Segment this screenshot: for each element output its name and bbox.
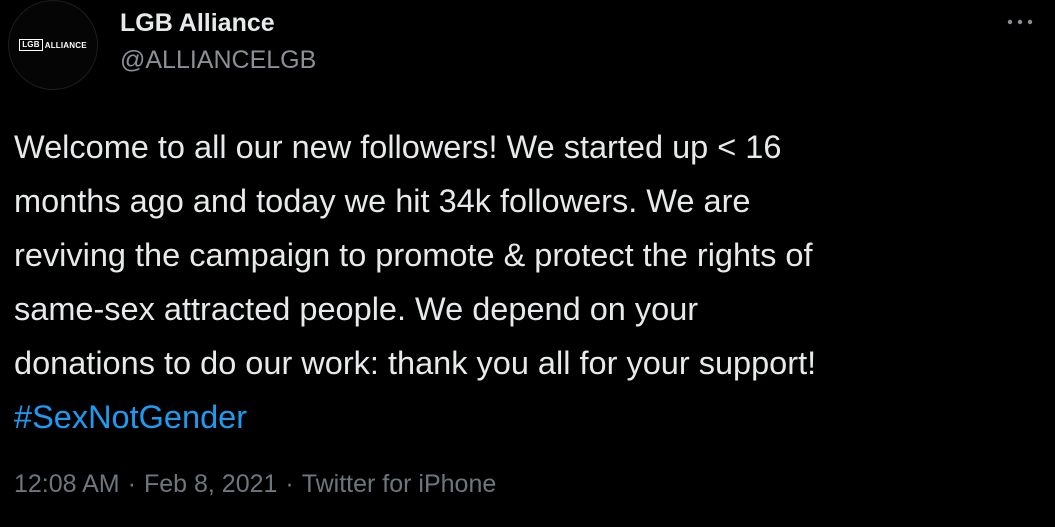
more-horizontal-icon [1007, 19, 1033, 25]
logo-box-text: LGB [19, 39, 43, 51]
tweet-text-line: same-sex attracted people. We depend on … [14, 291, 699, 327]
tweet-text-line: donations to do our work: thank you all … [14, 345, 817, 381]
logo-text: ALLIANCE [44, 40, 87, 50]
tweet-card: LGB ALLIANCE LGB Alliance @ALLIANCELGB W… [0, 0, 1055, 527]
avatar[interactable]: LGB ALLIANCE [8, 0, 98, 90]
tweet-meta: 12:08 AM · Feb 8, 2021 · Twitter for iPhone [14, 470, 496, 499]
meta-separator: · [127, 470, 136, 498]
tweet-source[interactable]: Twitter for iPhone [302, 470, 497, 498]
more-options-button[interactable] [1005, 12, 1035, 32]
tweet-text-line: Welcome to all our new followers! We sta… [14, 129, 782, 165]
author-display-name[interactable]: LGB Alliance [120, 9, 275, 38]
hashtag-link[interactable]: #SexNotGender [14, 390, 1044, 444]
tweet-text-line: reviving the campaign to promote & prote… [14, 237, 813, 273]
tweet-time[interactable]: 12:08 AM [14, 470, 120, 498]
author-handle[interactable]: @ALLIANCELGB [120, 46, 316, 75]
meta-separator: · [285, 470, 294, 498]
tweet-date[interactable]: Feb 8, 2021 [144, 470, 277, 498]
tweet-text-line: months ago and today we hit 34k follower… [14, 183, 751, 219]
lgb-alliance-logo: LGB ALLIANCE [19, 39, 87, 51]
tweet-text: Welcome to all our new followers! We sta… [14, 120, 1044, 444]
